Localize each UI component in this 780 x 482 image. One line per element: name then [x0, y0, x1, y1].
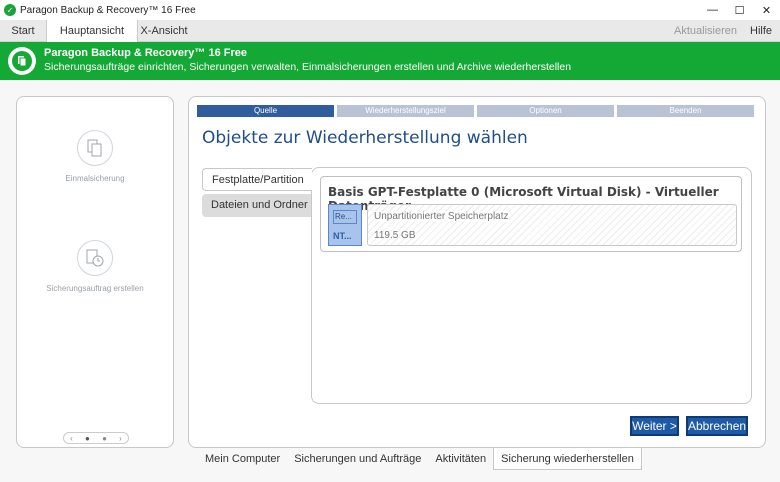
document-copy-icon — [77, 130, 113, 166]
page-title: Objekte zur Wiederherstellung wählen — [202, 128, 528, 148]
window-controls: — ☐ ✕ — [699, 0, 780, 20]
pager-next-button[interactable]: › — [119, 434, 122, 443]
partition-chip-label: Re... — [333, 210, 357, 224]
tab-sicherung-wiederherstellen[interactable]: Sicherung wiederherstellen — [493, 448, 642, 470]
header-subtitle: Sicherungsaufträge einrichten, Sicherung… — [44, 61, 572, 73]
refresh-button[interactable]: Aktualisieren — [674, 20, 737, 42]
app-header: Paragon Backup & Recovery™ 16 Free Siche… — [0, 42, 780, 80]
panel-pager: ‹ ● ● › — [63, 432, 129, 444]
unallocated-space[interactable]: Unpartitionierter Speicherplatz 119.5 GB — [367, 204, 737, 246]
close-button[interactable]: ✕ — [753, 0, 780, 20]
create-backup-job-label: Sicherungsauftrag erstellen — [46, 284, 144, 293]
app-icon: ✓ — [4, 4, 16, 16]
partition-chip-fs: NT... — [333, 231, 352, 241]
menu-tab-start[interactable]: Start — [0, 20, 46, 42]
create-backup-job-item[interactable]: Sicherungsauftrag erstellen — [17, 240, 173, 293]
step-beenden: Beenden — [617, 105, 754, 117]
step-wiederherstellungsziel: Wiederherstellungsziel — [337, 105, 474, 117]
help-button[interactable]: Hilfe — [750, 20, 772, 42]
menu-tab-hauptansicht[interactable]: Hauptansicht — [46, 20, 138, 43]
title-bar: ✓ Paragon Backup & Recovery™ 16 Free — ☐… — [0, 0, 780, 20]
quick-actions-panel: Einmalsicherung Sicherungsauftrag erstel… — [16, 96, 174, 448]
menu-tab-x-ansicht[interactable]: X-Ansicht — [138, 20, 190, 42]
pager-dot-active[interactable]: ● — [85, 434, 90, 443]
partition-chip[interactable]: Re... NT... — [328, 204, 362, 246]
next-button[interactable]: Weiter > — [630, 416, 679, 436]
disk-item[interactable]: Basis GPT-Festplatte 0 (Microsoft Virtua… — [320, 176, 742, 252]
header-title: Paragon Backup & Recovery™ 16 Free — [44, 47, 247, 59]
tab-aktivitaeten[interactable]: Aktivitäten — [428, 448, 493, 470]
minimize-button[interactable]: — — [699, 0, 726, 20]
step-quelle: Quelle — [197, 105, 334, 117]
bottom-tabs: Mein Computer Sicherungen und Aufträge A… — [198, 448, 642, 470]
cancel-button[interactable]: Abbrechen — [686, 416, 748, 436]
scheduled-backup-icon — [77, 240, 113, 276]
one-time-backup-item[interactable]: Einmalsicherung — [17, 130, 173, 183]
maximize-button[interactable]: ☐ — [726, 0, 753, 20]
pager-dot[interactable]: ● — [102, 434, 107, 443]
unallocated-size: 119.5 GB — [374, 230, 416, 241]
menu-bar: Start Hauptansicht X-Ansicht Aktualisier… — [0, 20, 780, 43]
restore-wizard-panel: Quelle Wiederherstellungsziel Optionen B… — [188, 96, 766, 448]
tab-sicherungen-und-auftraege[interactable]: Sicherungen und Aufträge — [287, 448, 428, 470]
tab-mein-computer[interactable]: Mein Computer — [198, 448, 287, 470]
pager-prev-button[interactable]: ‹ — [70, 434, 73, 443]
step-optionen: Optionen — [477, 105, 614, 117]
unallocated-label: Unpartitionierter Speicherplatz — [374, 211, 509, 222]
one-time-backup-label: Einmalsicherung — [65, 174, 125, 183]
paragon-logo-icon — [8, 47, 36, 75]
tab-files-folders[interactable]: Dateien und Ordner — [202, 194, 311, 217]
window-title: Paragon Backup & Recovery™ 16 Free — [20, 4, 196, 16]
tab-disk-partition[interactable]: Festplatte/Partition — [202, 168, 312, 191]
wizard-steps: Quelle Wiederherstellungsziel Optionen B… — [197, 105, 754, 117]
